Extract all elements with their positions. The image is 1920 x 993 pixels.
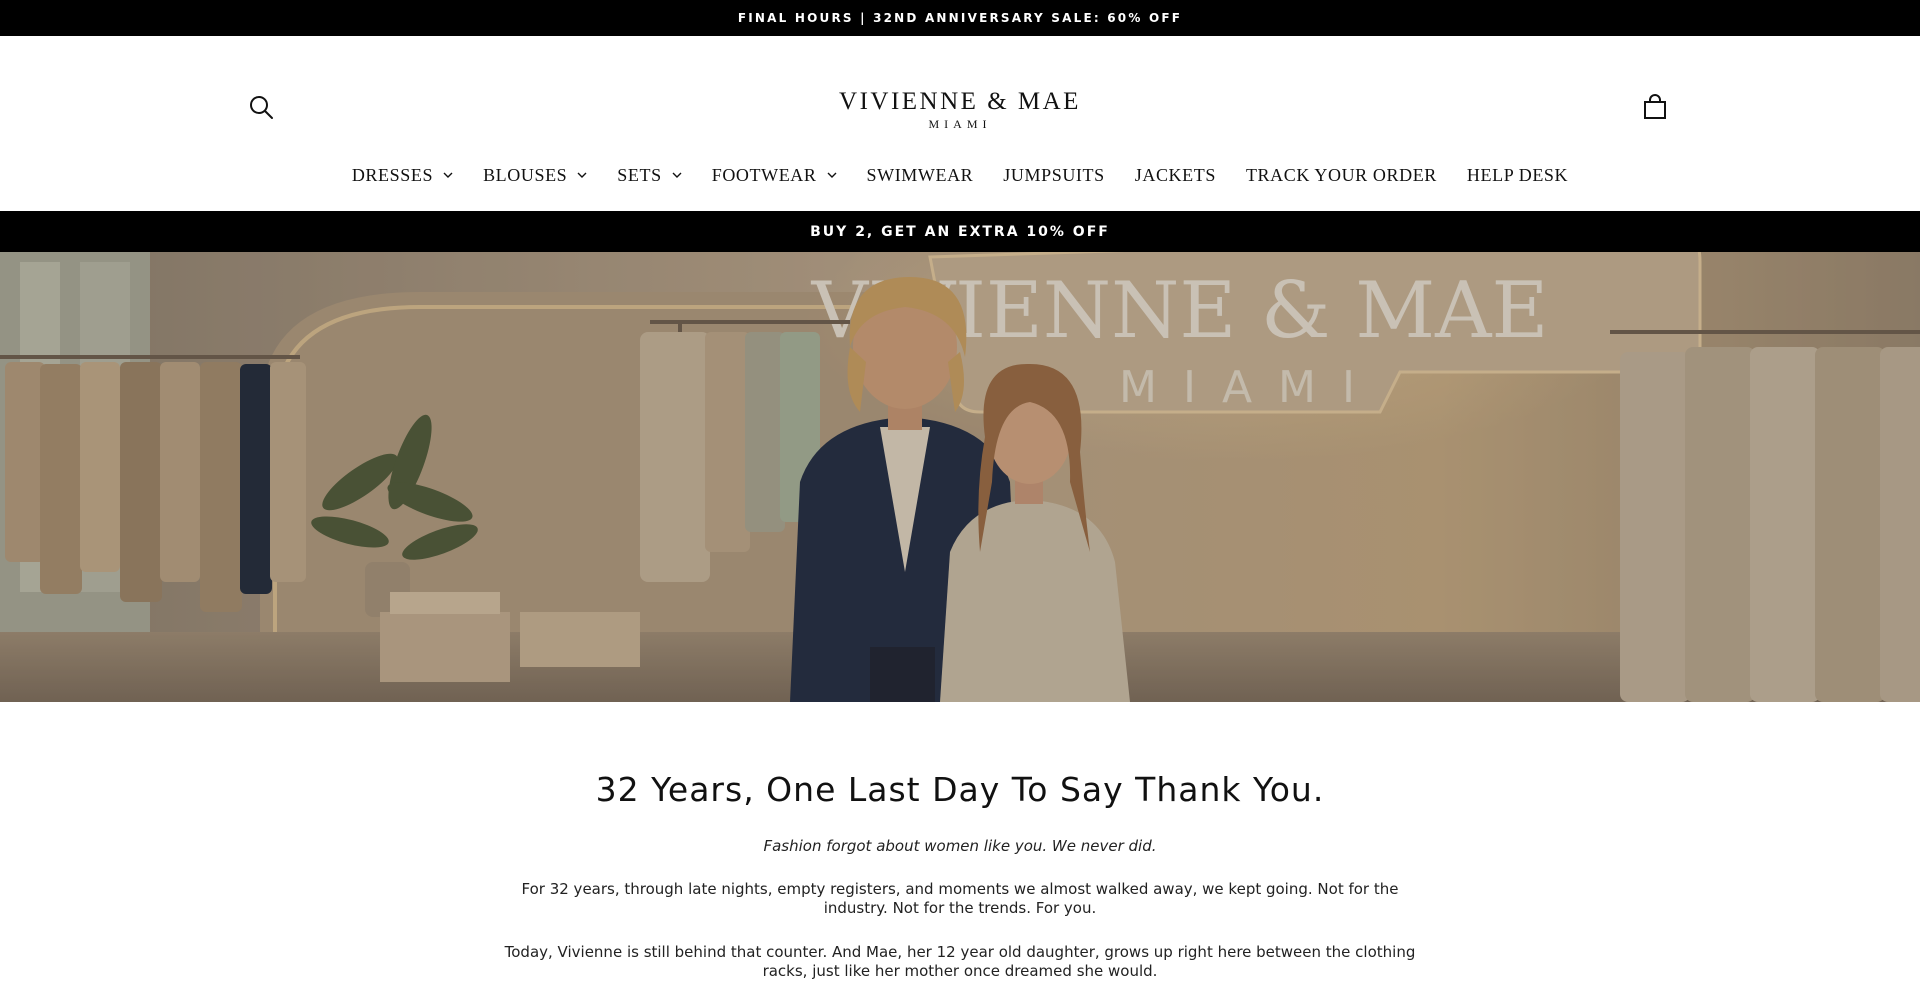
hero-image: VIVIENNE & MAE MIAMI bbox=[0, 252, 1920, 702]
nav-item-label: SETS bbox=[617, 164, 662, 185]
promo-bar[interactable]: BUY 2, GET AN EXTRA 10% OFF bbox=[0, 211, 1920, 252]
story-paragraph: For 32 years, through late nights, empty… bbox=[521, 880, 1399, 917]
nav-item-label: HELP DESK bbox=[1466, 164, 1569, 185]
nav-item-label: JUMPSUITS bbox=[1003, 164, 1105, 185]
nav-item-track-order[interactable]: TRACK YOUR ORDER bbox=[1231, 165, 1452, 186]
nav-item-swimwear[interactable]: SWIMWEAR bbox=[852, 165, 989, 186]
nav-item-label: FOOTWEAR bbox=[711, 164, 817, 185]
nav-item-footwear[interactable]: FOOTWEAR bbox=[697, 165, 852, 186]
shopping-bag-icon bbox=[1644, 94, 1666, 119]
nav-item-dresses[interactable]: DRESSES bbox=[337, 165, 468, 186]
nav-item-blouses[interactable]: BLOUSES bbox=[468, 165, 602, 186]
announcement-text: FINAL HOURS | 32ND ANNIVERSARY SALE: 60%… bbox=[737, 11, 1183, 25]
search-button[interactable] bbox=[248, 94, 278, 124]
chevron-down-icon bbox=[672, 172, 682, 178]
nav-item-jackets[interactable]: JACKETS bbox=[1120, 165, 1231, 186]
nav-item-sets[interactable]: SETS bbox=[602, 165, 696, 186]
search-icon bbox=[250, 96, 273, 119]
nav-item-help-desk[interactable]: HELP DESK bbox=[1452, 165, 1583, 186]
story-headline: 32 Years, One Last Day To Say Thank You. bbox=[595, 770, 1325, 809]
chevron-down-icon bbox=[443, 172, 453, 178]
cart-button[interactable] bbox=[1643, 94, 1669, 124]
site-header: VIVIENNE & MAE MIAMI DRESSES BLOUSES SET… bbox=[0, 36, 1920, 211]
brand-logo[interactable]: VIVIENNE & MAE MIAMI bbox=[760, 88, 1160, 131]
story-subline: Fashion forgot about women like you. We … bbox=[763, 837, 1157, 855]
logo-location: MIAMI bbox=[928, 117, 992, 131]
chevron-down-icon bbox=[577, 172, 587, 178]
nav-item-label: TRACK YOUR ORDER bbox=[1245, 164, 1437, 185]
chevron-down-icon bbox=[827, 172, 836, 178]
nav-item-label: JACKETS bbox=[1134, 164, 1216, 185]
main-nav: DRESSES BLOUSES SETS FOOTWEAR SWIMWEAR J… bbox=[0, 160, 1920, 190]
announcement-bar: FINAL HOURS | 32ND ANNIVERSARY SALE: 60%… bbox=[0, 0, 1920, 36]
nav-item-label: SWIMWEAR bbox=[866, 164, 974, 185]
story-paragraph: Today, Vivienne is still behind that cou… bbox=[504, 943, 1416, 980]
nav-item-jumpsuits[interactable]: JUMPSUITS bbox=[988, 165, 1119, 186]
story-section: 32 Years, One Last Day To Say Thank You.… bbox=[0, 702, 1920, 993]
logo-wordmark: VIVIENNE & MAE bbox=[839, 88, 1081, 115]
nav-item-label: DRESSES bbox=[351, 164, 434, 185]
hero-illustration: VIVIENNE & MAE MIAMI bbox=[0, 252, 1920, 702]
promo-text: BUY 2, GET AN EXTRA 10% OFF bbox=[810, 223, 1110, 240]
nav-item-label: BLOUSES bbox=[483, 164, 568, 185]
